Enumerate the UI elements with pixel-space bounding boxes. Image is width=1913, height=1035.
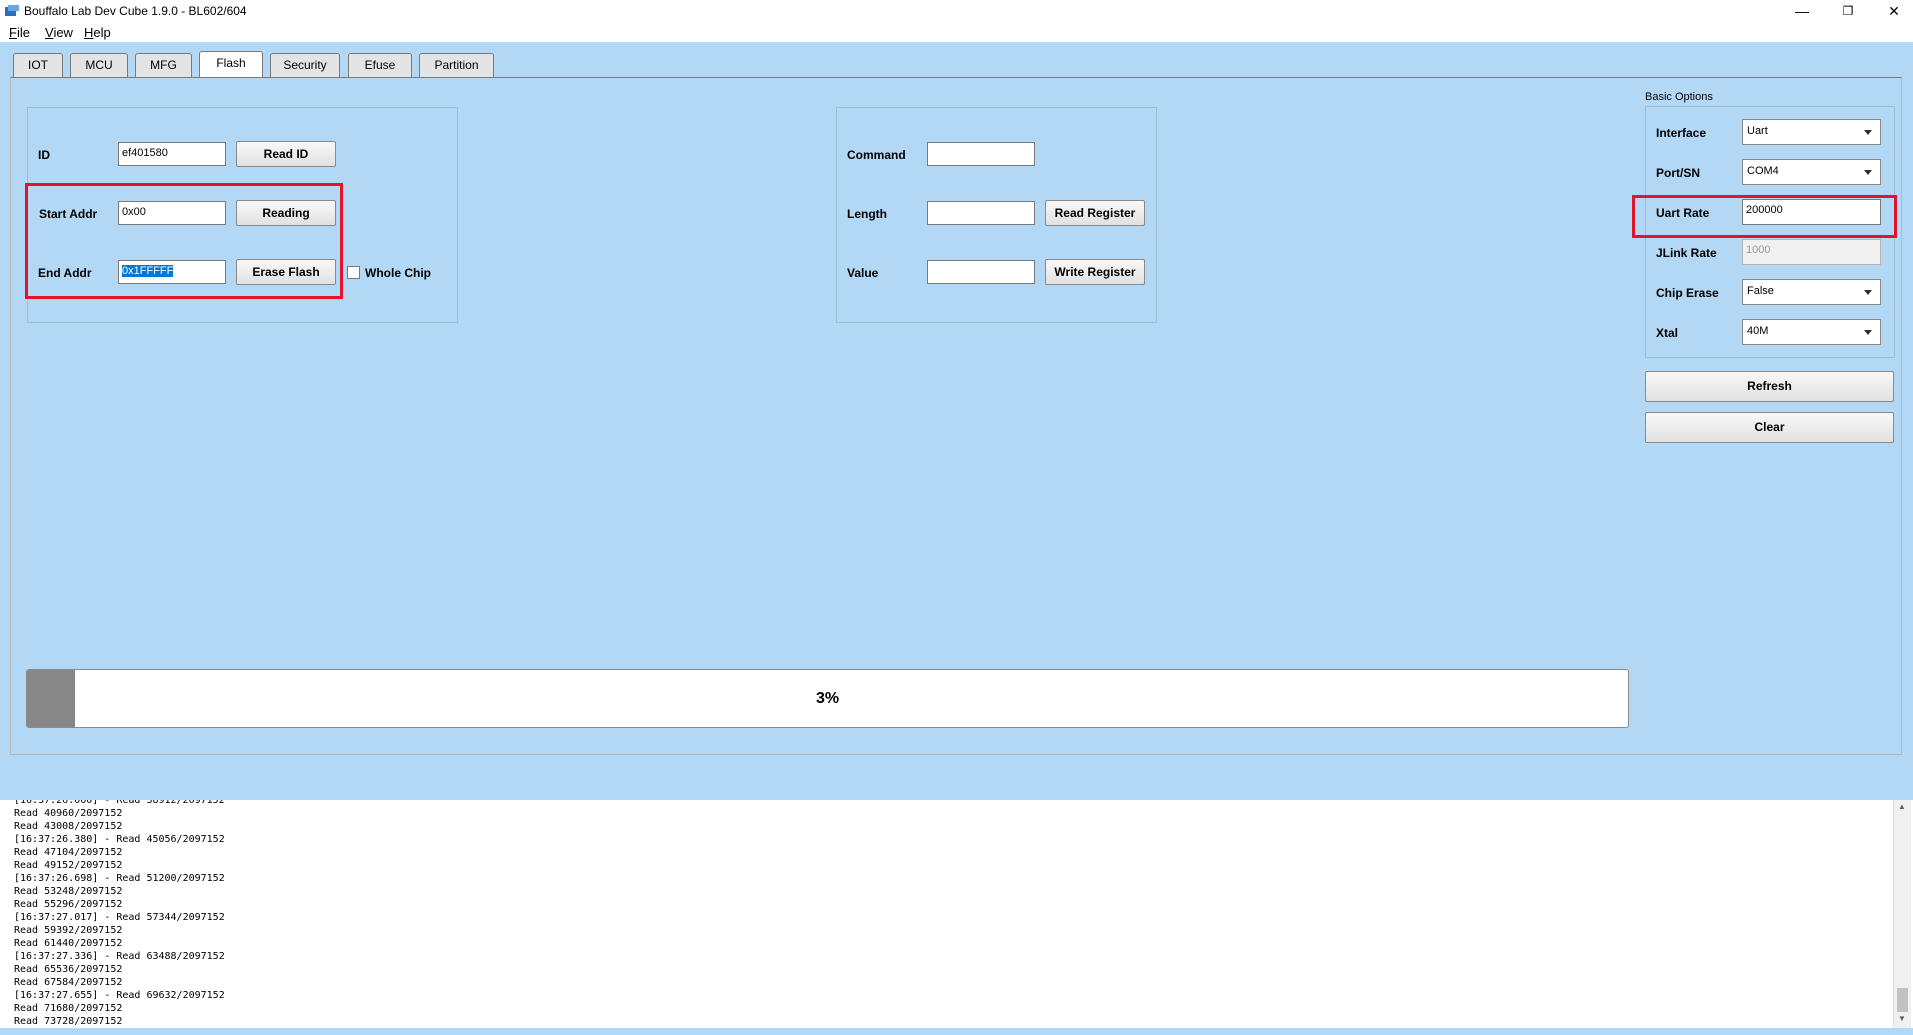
- chip-erase-label: Chip Erase: [1656, 286, 1719, 300]
- whole-chip-checkbox[interactable]: [347, 266, 360, 279]
- log-line: [16:37:27.336] - Read 63488/2097152: [14, 951, 225, 962]
- log-line: Read 61440/2097152: [14, 938, 123, 949]
- reading-button[interactable]: Reading: [236, 200, 336, 226]
- log-line: Read 67584/2097152: [14, 977, 123, 988]
- log-line: [16:37:26.380] - Read 45056/2097152: [14, 834, 225, 845]
- port-select[interactable]: COM4: [1742, 159, 1881, 185]
- tab-efuse[interactable]: Efuse: [348, 53, 412, 78]
- log-scrollbar[interactable]: ▲ ▼: [1893, 800, 1911, 1028]
- log-line: Read 59392/2097152: [14, 925, 123, 936]
- interface-label: Interface: [1656, 126, 1707, 140]
- clear-button[interactable]: Clear: [1645, 412, 1894, 443]
- log-line: Read 71680/2097152: [14, 1003, 123, 1014]
- whole-chip-label: Whole Chip: [365, 266, 431, 280]
- menu-file[interactable]: File: [9, 25, 30, 40]
- start-addr-label: Start Addr: [39, 207, 98, 221]
- xtal-label: Xtal: [1656, 326, 1679, 340]
- log-line: Read 53248/2097152: [14, 886, 123, 897]
- close-button[interactable]: ✕: [1872, 0, 1913, 22]
- length-field[interactable]: [927, 201, 1035, 225]
- command-label: Command: [847, 148, 906, 162]
- menu-help[interactable]: Help: [84, 25, 111, 40]
- log-line: [16:37:27.017] - Read 57344/2097152: [14, 912, 225, 923]
- menu-view[interactable]: View: [45, 25, 73, 40]
- scroll-up-icon[interactable]: ▲: [1898, 802, 1906, 811]
- log-line: Read 43008/2097152: [14, 821, 123, 832]
- basic-options-title: Basic Options: [1645, 91, 1713, 103]
- tab-partition[interactable]: Partition: [419, 53, 494, 78]
- end-addr-selection: 0x1FFFFF: [122, 265, 174, 277]
- chevron-down-icon: [1864, 170, 1872, 175]
- log-line: [16:37:26.060] - Read 38912/2097152: [14, 800, 225, 806]
- command-field[interactable]: [927, 142, 1035, 166]
- id-label: ID: [38, 148, 50, 162]
- tab-mfg[interactable]: MFG: [135, 53, 192, 78]
- chip-erase-value: False: [1747, 285, 1774, 297]
- log-line: Read 55296/2097152: [14, 899, 123, 910]
- log-line: Read 47104/2097152: [14, 847, 123, 858]
- bottom-strip: [0, 1028, 1913, 1035]
- window-title: Bouffalo Lab Dev Cube 1.9.0 - BL602/604: [24, 4, 247, 18]
- port-label: Port/SN: [1656, 166, 1701, 180]
- write-register-button[interactable]: Write Register: [1045, 259, 1145, 285]
- app-icon: [5, 5, 19, 16]
- tab-security[interactable]: Security: [270, 53, 340, 78]
- refresh-button[interactable]: Refresh: [1645, 371, 1894, 402]
- menu-bar: File View Help: [0, 22, 1913, 42]
- port-value: COM4: [1747, 165, 1779, 177]
- value-field[interactable]: [927, 260, 1035, 284]
- minimize-button[interactable]: —: [1780, 0, 1824, 22]
- uart-rate-field[interactable]: 200000: [1742, 199, 1881, 225]
- read-id-button[interactable]: Read ID: [236, 141, 336, 167]
- value-label: Value: [847, 266, 879, 280]
- tab-flash[interactable]: Flash: [199, 51, 263, 78]
- log-line: [16:37:27.655] - Read 69632/2097152: [14, 990, 225, 1001]
- end-addr-field[interactable]: 0x1FFFFF: [118, 260, 226, 284]
- splitter[interactable]: [0, 755, 1913, 800]
- read-register-button[interactable]: Read Register: [1045, 200, 1145, 226]
- start-addr-field[interactable]: 0x00: [118, 201, 226, 225]
- xtal-value: 40M: [1747, 325, 1769, 337]
- tab-mcu[interactable]: MCU: [70, 53, 128, 78]
- progress-label: 3%: [815, 690, 840, 707]
- length-label: Length: [847, 207, 887, 221]
- log-line: Read 73728/2097152: [14, 1016, 123, 1027]
- chevron-down-icon: [1864, 290, 1872, 295]
- log-output[interactable]: [16:37:26.060] - Read 38912/2097152 Read …: [10, 800, 1893, 1028]
- xtal-select[interactable]: 40M: [1742, 319, 1881, 345]
- title-bar: Bouffalo Lab Dev Cube 1.9.0 - BL602/604 …: [0, 0, 1913, 22]
- id-field[interactable]: ef401580: [118, 142, 226, 166]
- log-line: [16:37:26.698] - Read 51200/2097152: [14, 873, 225, 884]
- log-line: Read 65536/2097152: [14, 964, 123, 975]
- jlink-rate-label: JLink Rate: [1656, 246, 1717, 260]
- chevron-down-icon: [1864, 330, 1872, 335]
- log-line: Read 40960/2097152: [14, 808, 123, 819]
- interface-select[interactable]: Uart: [1742, 119, 1881, 145]
- end-addr-label: End Addr: [38, 266, 92, 280]
- jlink-rate-field: 1000: [1742, 239, 1881, 265]
- scroll-down-icon[interactable]: ▼: [1898, 1014, 1906, 1023]
- interface-value: Uart: [1747, 125, 1768, 137]
- chip-erase-select[interactable]: False: [1742, 279, 1881, 305]
- chevron-down-icon: [1864, 130, 1872, 135]
- log-line: Read 49152/2097152: [14, 860, 123, 871]
- tab-iot[interactable]: IOT: [13, 53, 63, 78]
- scroll-thumb[interactable]: [1897, 988, 1908, 1012]
- progress-bar: 3%: [26, 669, 1629, 728]
- erase-flash-button[interactable]: Erase Flash: [236, 259, 336, 285]
- restore-button[interactable]: ❐: [1826, 0, 1870, 22]
- uart-rate-label: Uart Rate: [1656, 206, 1710, 220]
